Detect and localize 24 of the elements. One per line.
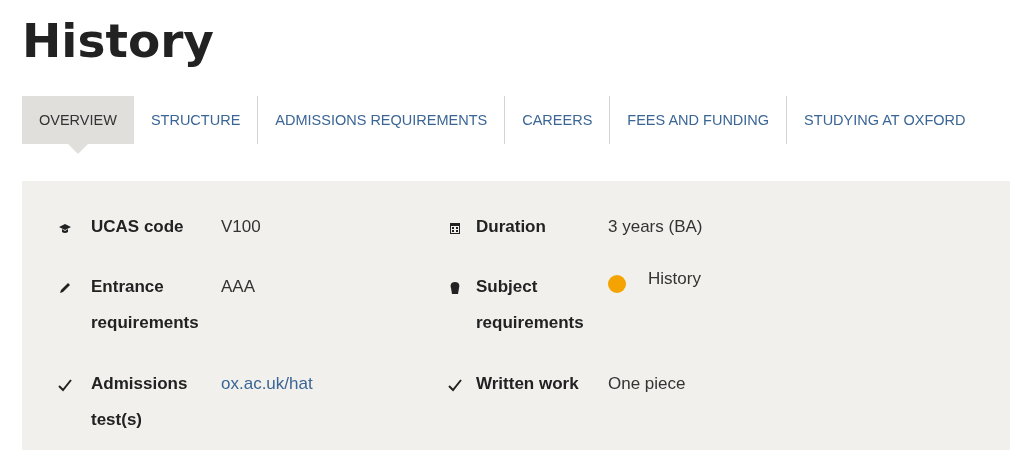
page-title: History xyxy=(22,12,215,70)
nav-tab[interactable]: CAREERS xyxy=(505,96,610,144)
fact-label: Written work xyxy=(476,372,580,395)
fact-value: V100 xyxy=(221,216,262,238)
checkmark-icon xyxy=(448,377,462,392)
checkmark-icon xyxy=(58,377,72,392)
mortarboard-icon xyxy=(58,221,72,235)
fact-label: Subject requirements xyxy=(476,276,585,335)
nav-tab[interactable]: STRUCTURE xyxy=(133,96,258,144)
tab-pointer xyxy=(67,144,88,154)
fact-value: One piece xyxy=(608,372,687,395)
fact-label: Duration xyxy=(476,216,547,238)
fact-label: Entrance requirements xyxy=(91,276,200,335)
calendar-icon xyxy=(448,221,462,235)
nav-tab[interactable]: STUDYING AT OXFORD xyxy=(787,96,983,144)
fact-link[interactable]: ox.ac.uk/hat xyxy=(221,365,448,402)
fact-value: 3 years (BA) xyxy=(608,216,704,238)
fact-label: Admissions test(s) xyxy=(91,372,189,431)
nav-tab[interactable]: ADMISSIONS REQUIREMENTS xyxy=(258,96,505,144)
pencil-icon xyxy=(58,281,72,296)
nav-tab[interactable]: FEES AND FUNDING xyxy=(610,96,787,144)
fact-value: AAA xyxy=(221,276,257,299)
fact-value: History xyxy=(648,268,701,291)
fact-label: UCAS code xyxy=(91,216,185,238)
